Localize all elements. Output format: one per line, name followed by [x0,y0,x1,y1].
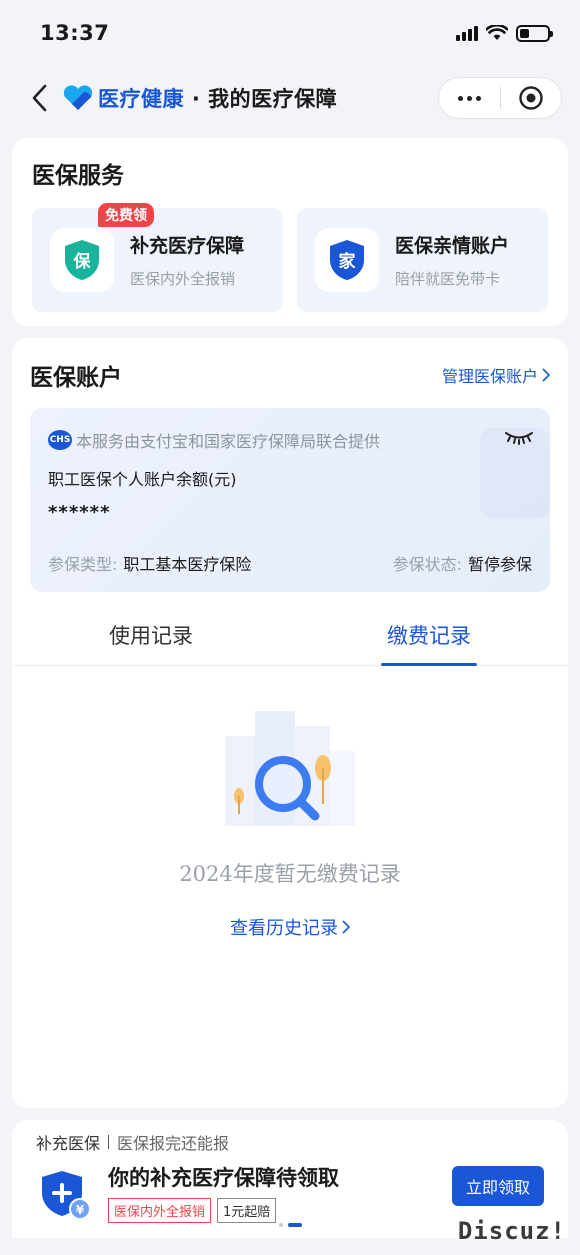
insurance-type-value: 职工基本医疗保险 [123,555,252,574]
chs-logo-icon: CHS [48,430,72,450]
battery-icon [516,24,553,42]
more-button[interactable] [439,78,500,118]
status-bar: 13:37 [0,0,580,66]
insurance-type-key: 参保类型: [48,555,118,574]
eye-closed-icon [505,432,533,445]
empty-state: 2024年度暂无缴费记录 查看历史记录 [30,706,550,940]
balance-panel: CHS 本服务由支付宝和国家医疗保障局联合提供 职工医保个人账户余额(元) **… [30,408,550,592]
insurance-type: 参保类型: 职工基本医疗保险 [48,551,251,575]
services-card: 医保服务 免费领 保 补充医疗保障 医保内外全报销 家 医保亲情账户 陪伴就医免… [12,138,568,326]
services-grid: 免费领 保 补充医疗保障 医保内外全报销 家 医保亲情账户 陪伴就医免带卡 [32,203,548,312]
signal-icon [456,25,478,41]
mini-program-capsule [438,77,562,119]
toggle-visibility-button[interactable] [504,430,534,450]
record-tabs: 使用记录 缴费记录 [12,610,568,666]
shield-teal-icon: 保 [50,228,114,292]
promo-title: 你的补充医疗保障待领取 [108,1166,339,1190]
back-button[interactable] [24,78,54,118]
nav-brand: 医疗健康 [98,87,184,111]
free-badge: 免费领 [98,203,154,227]
manage-account-link[interactable]: 管理医保账户 [442,363,550,387]
more-dots-icon [457,95,481,101]
page-title: 医疗健康 · 我的医疗保障 [98,83,337,113]
service-family-account[interactable]: 家 医保亲情账户 陪伴就医免带卡 [297,208,548,312]
promo-label: 补充医保 [36,1134,101,1153]
chevron-right-icon [342,920,350,934]
chevron-left-icon [32,84,47,112]
promo-subtext: 医保报完还能报 [117,1134,230,1153]
account-card: 医保账户 管理医保账户 CHS 本服务由支付宝和国家医疗保障局联合提供 职工医保… [12,338,568,1108]
insurance-state-key: 参保状态: [392,555,462,574]
svg-text:¥: ¥ [76,1203,85,1217]
promo-tag-price: 1元起赔 [217,1198,277,1223]
shield-plus-icon: ¥ [42,1170,91,1220]
tab-usage-records[interactable]: 使用记录 [12,610,290,665]
view-history-link[interactable]: 查看历史记录 [230,914,350,940]
target-icon [519,86,543,110]
account-title: 医保账户 [30,365,122,391]
service-subtitle: 陪伴就医免带卡 [395,270,501,288]
watermark-text: Discuz! [457,1217,566,1245]
tab-payment-records[interactable]: 缴费记录 [290,610,568,665]
service-title: 补充医疗保障 [130,235,245,257]
promo-tag-coverage: 医保内外全报销 [108,1198,212,1223]
svg-text:保: 保 [73,251,92,272]
shield-blue-icon: 家 [315,228,379,292]
nav-title-text: 我的医疗保障 [208,87,338,111]
nav-separator: · [191,87,201,111]
service-supplementary[interactable]: 免费领 保 补充医疗保障 医保内外全报销 [32,203,283,312]
manage-link-label: 管理医保账户 [441,367,538,386]
claim-now-button[interactable]: 立即领取 [451,1165,544,1206]
svg-text:家: 家 [339,251,356,272]
service-title: 医保亲情账户 [395,235,510,257]
magnifier-illustration-icon [225,711,355,826]
watermark-graphic [480,428,550,518]
empty-state-text: 2024年度暂无缴费记录 [179,862,401,886]
nav-bar: 医疗健康 · 我的医疗保障 [0,66,580,130]
services-title: 医保服务 [32,163,124,189]
service-subtitle: 医保内外全报销 [130,270,236,288]
wifi-icon [486,25,508,40]
status-icons [456,24,553,42]
insurance-state: 参保状态: 暂停参保 [393,551,532,575]
chevron-right-icon [542,368,550,382]
insurance-state-value: 暂停参保 [467,555,532,574]
close-miniprogram-button[interactable] [501,78,562,118]
history-link-label: 查看历史记录 [230,918,338,939]
health-logo-icon [62,84,94,112]
status-time: 13:37 [40,21,110,45]
provider-text: 本服务由支付宝和国家医疗保障局联合提供 [76,432,381,451]
